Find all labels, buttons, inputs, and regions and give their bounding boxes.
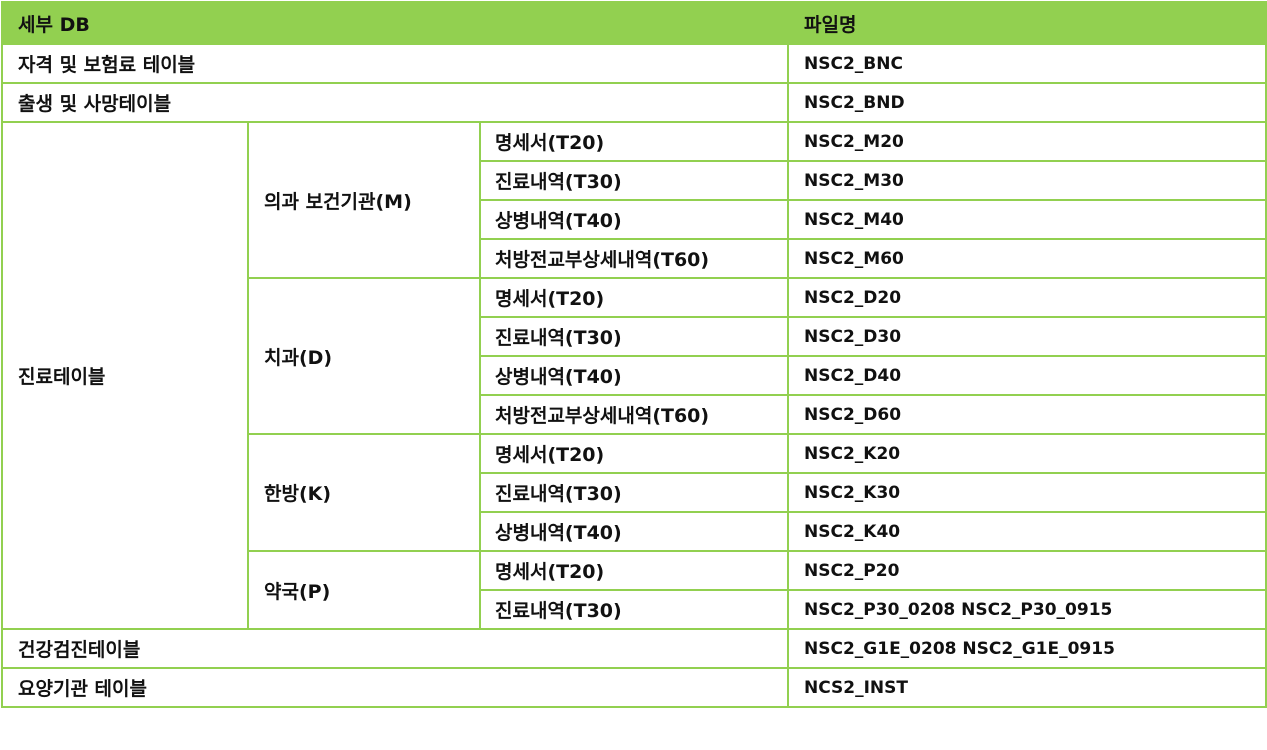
item-label: 진료내역(T30) [478, 589, 790, 630]
item-label: 상병내역(T40) [478, 355, 790, 396]
table-row: 요양기관 테이블 NCS2_INST [0, 667, 1267, 708]
item-file: NSC2_K20 [787, 433, 1267, 474]
item-label: 명세서(T20) [478, 433, 790, 474]
item-file: NSC2_K30 [787, 472, 1267, 513]
item-file: NSC2_M40 [787, 199, 1267, 240]
db-file-table: 세부 DB 파일명 자격 및 보험료 테이블 NSC2_BNC 출생 및 사망테… [0, 1, 1267, 708]
row-label: 요양기관 테이블 [0, 667, 790, 708]
item-label: 처방전교부상세내역(T60) [478, 238, 790, 279]
subgroup-label-oriental: 한방(K) [247, 433, 481, 552]
row-file: NCS2_INST [787, 667, 1267, 708]
group-label-treatment: 진료테이블 [1, 121, 249, 630]
table-row: 건강검진테이블 NSC2_G1E_0208 NSC2_G1E_0915 [0, 628, 1267, 669]
table-row: 진료테이블 의과 보건기관(M) 명세서(T20) NSC2_M20 [1, 121, 1267, 630]
subgroup-label-dental: 치과(D) [247, 277, 481, 435]
item-file: NSC2_P20 [787, 550, 1267, 591]
table-row: 자격 및 보험료 테이블 NSC2_BNC [0, 43, 1267, 84]
subgroup-label-pharmacy: 약국(P) [247, 550, 481, 630]
item-label: 진료내역(T30) [478, 160, 790, 201]
item-label: 진료내역(T30) [478, 472, 790, 513]
table-row: 출생 및 사망테이블 NSC2_BND [0, 82, 1267, 123]
header-file: 파일명 [787, 1, 1267, 45]
item-label: 진료내역(T30) [478, 316, 790, 357]
item-file: NSC2_D20 [787, 277, 1267, 318]
subgroup-label-medical: 의과 보건기관(M) [247, 121, 481, 279]
item-file: NSC2_D30 [787, 316, 1267, 357]
item-file: NSC2_M30 [787, 160, 1267, 201]
row-file: NSC2_BNC [787, 43, 1267, 84]
item-file: NSC2_P30_0208 NSC2_P30_0915 [787, 589, 1267, 630]
row-label: 출생 및 사망테이블 [0, 82, 790, 123]
header-db: 세부 DB [0, 1, 790, 45]
row-label: 자격 및 보험료 테이블 [0, 43, 790, 84]
item-label: 상병내역(T40) [478, 199, 790, 240]
item-label: 명세서(T20) [478, 121, 790, 162]
item-label: 명세서(T20) [478, 550, 790, 591]
table-header-row: 세부 DB 파일명 [0, 1, 1267, 45]
item-file: NSC2_M20 [787, 121, 1267, 162]
row-label: 건강검진테이블 [0, 628, 790, 669]
item-label: 상병내역(T40) [478, 511, 790, 552]
item-file: NSC2_D60 [787, 394, 1267, 435]
row-file: NSC2_BND [787, 82, 1267, 123]
item-file: NSC2_K40 [787, 511, 1267, 552]
row-file: NSC2_G1E_0208 NSC2_G1E_0915 [787, 628, 1267, 669]
item-label: 명세서(T20) [478, 277, 790, 318]
item-label: 처방전교부상세내역(T60) [478, 394, 790, 435]
item-file: NSC2_D40 [787, 355, 1267, 396]
item-file: NSC2_M60 [787, 238, 1267, 279]
